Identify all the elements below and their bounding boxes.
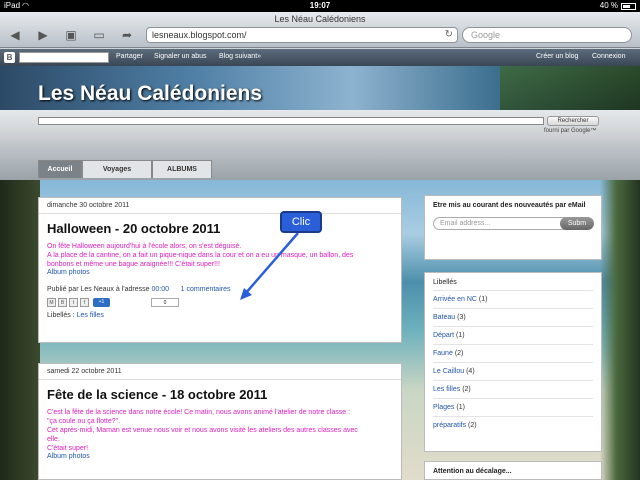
subscribe-title: Etre mis au courant des nouveautés par e…	[433, 202, 586, 209]
attention-widget: Attention au décalage...	[424, 461, 602, 480]
label-link[interactable]: Arrivée en NC	[433, 296, 477, 303]
label-item: préparatifs (2)	[433, 416, 593, 434]
label-item: Arrivée en NC (1)	[433, 290, 593, 308]
attention-title: Attention au décalage...	[433, 468, 512, 475]
label-item: Plages (1)	[433, 398, 593, 416]
label-link[interactable]: Faune	[433, 350, 453, 357]
label-count: (2)	[468, 422, 477, 429]
label-item: Faune (2)	[433, 344, 593, 362]
label-link[interactable]: Bateau	[433, 314, 455, 321]
label-item: Départ (1)	[433, 326, 593, 344]
label-item: Le Caillou (4)	[433, 362, 593, 380]
label-count: (2)	[454, 350, 464, 357]
submit-button[interactable]: Subm	[560, 217, 594, 230]
label-count: (1)	[456, 404, 465, 411]
label-count: (1)	[455, 332, 465, 339]
label-link[interactable]: Plages	[433, 404, 454, 411]
label-link[interactable]: préparatifs	[433, 422, 466, 429]
labels-title: Libellés	[433, 279, 457, 286]
clic-annotation: Clic	[280, 211, 322, 233]
label-item: Bateau (3)	[433, 308, 593, 326]
label-count: (3)	[457, 314, 466, 321]
label-count: (1)	[478, 296, 488, 303]
labels-list: Arrivée en NC (1) Bateau (3) Départ (1) …	[425, 290, 601, 440]
label-count: (4)	[466, 368, 475, 375]
label-link[interactable]: Départ	[433, 332, 454, 339]
label-link[interactable]: Le Caillou	[433, 368, 464, 375]
label-link[interactable]: Les filles	[433, 386, 460, 393]
label-count: (2)	[462, 386, 471, 393]
email-placeholder: Email address...	[440, 220, 491, 227]
arrow-line	[244, 232, 299, 295]
label-item: Les filles (2)	[433, 380, 593, 398]
labels-widget: Libellés Arrivée en NC (1) Bateau (3) Dé…	[424, 272, 602, 452]
subscribe-widget: Etre mis au courant des nouveautés par e…	[424, 195, 602, 260]
email-input[interactable]: Email address... Subm	[433, 217, 594, 230]
